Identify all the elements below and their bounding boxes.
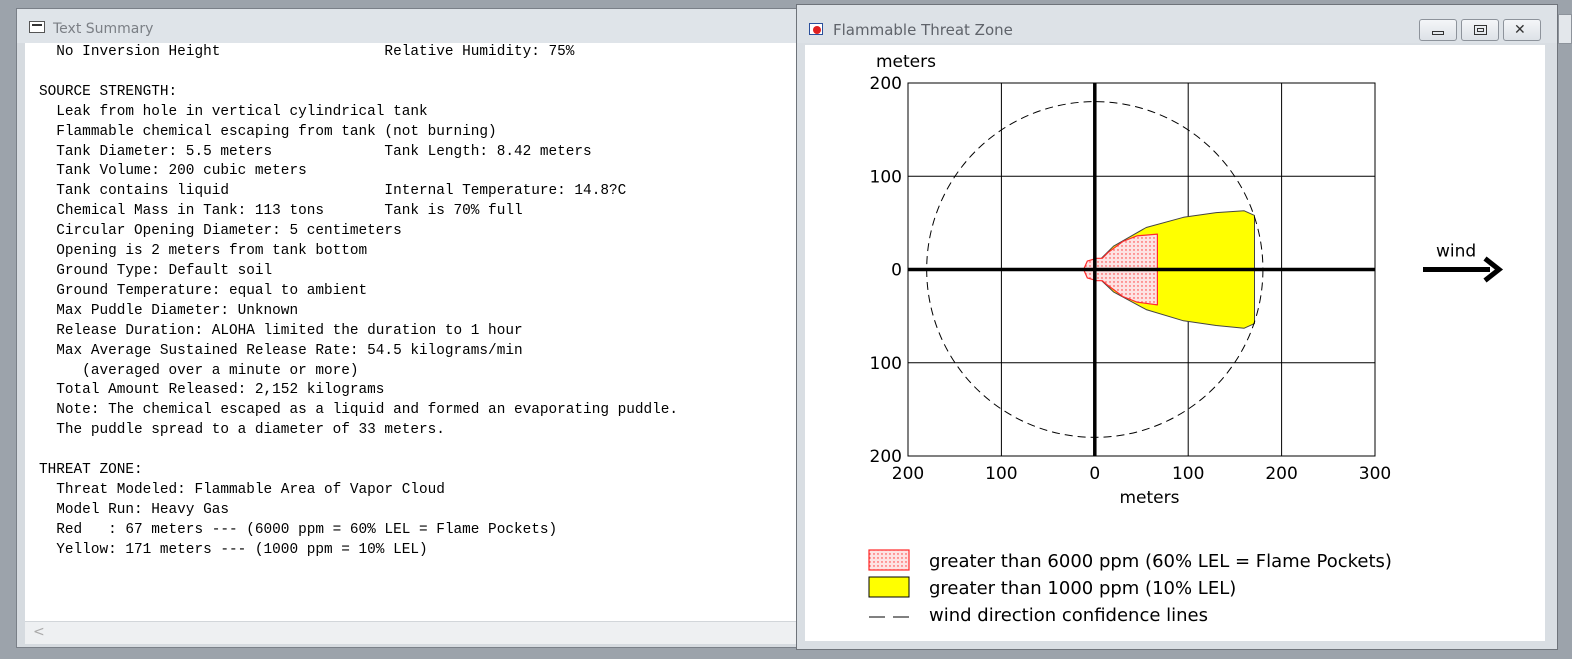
- threat-zone-title: Flammable Threat Zone: [833, 21, 1013, 39]
- threat-zone-chart: 200 100 0 100 200 3002001000100200metersmeter…: [868, 52, 1504, 626]
- text-summary-content[interactable]: No Inversion Height Relative Humidity: 7…: [25, 43, 807, 621]
- y-tick-label: 100: [870, 167, 902, 187]
- maximize-button[interactable]: [1461, 19, 1499, 41]
- x-axis-label: meters: [1120, 488, 1180, 508]
- text-summary-body: No Inversion Height Relative Humidity: 7…: [39, 44, 679, 558]
- x-tick-label: 200: [1265, 464, 1297, 484]
- legend-label: greater than 6000 ppm (60% LEL = Flame P…: [929, 551, 1392, 572]
- chart-legend: greater than 6000 ppm (60% LEL = Flame P…: [868, 549, 1392, 626]
- threat-zone-plot-area: 200 100 0 100 200 300 200 100 0 100 200 meters meter…: [805, 45, 1545, 641]
- chart-axes: [908, 83, 1375, 456]
- y-tick-label: 0: [891, 261, 902, 281]
- x-tick-label: 100: [985, 464, 1017, 484]
- close-icon: ✕: [1514, 22, 1526, 38]
- x-tick-label: 200: [892, 464, 924, 484]
- threat-zone-app-icon: [809, 23, 825, 37]
- x-tick-label: 0: [1089, 464, 1100, 484]
- wind-label: wind: [1436, 242, 1476, 262]
- text-summary-title: Text Summary: [53, 21, 154, 37]
- x-tick-label: 100: [1172, 464, 1204, 484]
- minimize-icon: [1432, 31, 1444, 35]
- legend-label: greater than 1000 ppm (10% LEL): [929, 578, 1236, 599]
- text-summary-titlebar[interactable]: Text Summary: [17, 9, 805, 43]
- x-tick-label: 300: [1359, 464, 1391, 484]
- threat-zone-titlebar[interactable]: Flammable Threat Zone ✕: [797, 5, 1557, 43]
- scroll-left-icon[interactable]: <: [33, 624, 45, 640]
- y-axis-label: meters: [876, 52, 936, 72]
- y-tick-label: 200: [870, 447, 902, 467]
- y-tick-label: 100: [870, 354, 902, 374]
- text-summary-app-icon: [29, 21, 45, 33]
- legend-swatch-yellow: [868, 576, 910, 598]
- threat-zone-window: Flammable Threat Zone ✕ 200 100 0 100 200 300…: [796, 4, 1558, 650]
- text-summary-window: Text Summary No Inversion Height Relativ…: [16, 8, 807, 648]
- legend-swatch-red: [868, 549, 910, 571]
- legend-label: wind direction confidence lines: [929, 605, 1208, 626]
- y-tick-label: 200: [870, 74, 902, 94]
- minimize-button[interactable]: [1419, 19, 1457, 41]
- restore-icon: [1474, 25, 1487, 35]
- background-window-edge: [1558, 14, 1572, 44]
- horizontal-scrollbar[interactable]: <: [25, 621, 807, 644]
- wind-indicator: wind: [1423, 242, 1504, 283]
- close-button[interactable]: ✕: [1503, 19, 1541, 41]
